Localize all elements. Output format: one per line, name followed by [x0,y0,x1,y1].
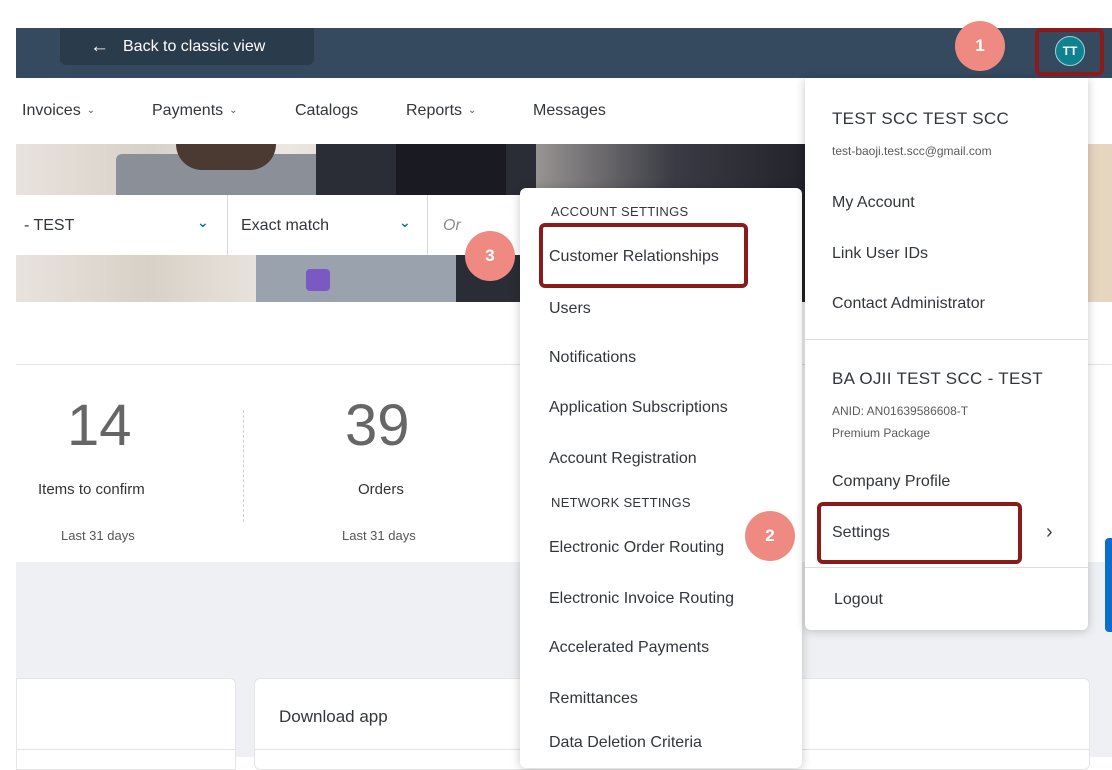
back-to-classic-label: Back to classic view [123,37,266,55]
nav-payments-label: Payments [152,102,224,119]
tile-period: Last 31 days [342,528,416,543]
back-to-classic-button[interactable]: ← Back to classic view [60,28,314,65]
menu-item-data-deletion-criteria[interactable]: Data Deletion Criteria [549,734,702,752]
user-full-name: TEST SCC TEST SCC [832,109,1010,128]
company-name: BA OJII TEST SCC - TEST [832,369,1043,388]
tile-label: Orders [358,481,404,498]
chevron-down-icon[interactable]: ⌄ [399,214,411,231]
menu-item-electronic-invoice-routing[interactable]: Electronic Invoice Routing [549,590,734,608]
menu-item-contact-administrator[interactable]: Contact Administrator [832,295,985,313]
chevron-down-icon: ⌄ [468,105,477,116]
chevron-down-icon[interactable]: ⌄ [197,214,209,231]
menu-item-logout[interactable]: Logout [834,591,883,609]
card [16,678,236,770]
company-anid: ANID: AN01639586608-T [832,404,969,418]
highlight-box-step-1 [1035,28,1104,76]
download-app-title: Download app [279,707,388,726]
match-type-select-value[interactable]: Exact match [241,217,329,235]
chevron-right-icon: › [1046,521,1053,543]
menu-divider [805,567,1088,568]
nav-invoices[interactable]: Invoices ⌄ [22,102,95,120]
menu-item-company-profile[interactable]: Company Profile [832,473,950,491]
divider [227,195,228,255]
order-search-input[interactable]: Or [443,217,461,235]
user-email: test-baoji.test.scc@gmail.com [832,144,992,158]
menu-item-my-account[interactable]: My Account [832,194,915,212]
chevron-down-icon: ⌄ [86,105,96,116]
company-package: Premium Package [832,426,931,440]
step-badge-3: 3 [465,231,515,281]
tile-period: Last 31 days [61,528,135,543]
nav-messages[interactable]: Messages [533,102,606,120]
tile-count[interactable]: 14 [67,392,132,459]
highlight-box-step-3 [539,223,748,288]
nav-messages-label: Messages [533,102,606,119]
menu-item-accelerated-payments[interactable]: Accelerated Payments [549,639,709,657]
nav-catalogs-label: Catalogs [295,102,359,119]
menu-item-account-registration[interactable]: Account Registration [549,450,697,468]
arrow-left-icon: ← [90,36,109,57]
menu-item-users[interactable]: Users [549,300,591,318]
nav-reports[interactable]: Reports ⌄ [406,102,476,120]
divider [427,195,428,255]
nav-invoices-label: Invoices [22,102,81,119]
tile-label: Items to confirm [38,481,145,498]
menu-item-link-user-ids[interactable]: Link User IDs [832,245,928,263]
account-select-value[interactable]: - TEST [24,217,74,235]
step-badge-2: 2 [745,511,795,561]
network-settings-heading: NETWORK SETTINGS [551,495,691,510]
nav-payments[interactable]: Payments ⌄ [152,102,238,120]
highlight-box-step-2 [817,502,1022,564]
tile-divider [243,410,244,522]
menu-item-remittances[interactable]: Remittances [549,690,638,708]
menu-item-notifications[interactable]: Notifications [549,349,636,367]
step-badge-1: 1 [955,21,1005,71]
chevron-down-icon: ⌄ [229,105,238,116]
tile-count[interactable]: 39 [345,392,410,459]
nav-catalogs[interactable]: Catalogs [295,102,358,120]
account-settings-heading: ACCOUNT SETTINGS [551,204,689,219]
side-tab[interactable] [1105,538,1112,632]
menu-divider [805,339,1088,340]
menu-item-electronic-order-routing[interactable]: Electronic Order Routing [549,539,724,557]
nav-reports-label: Reports [406,102,463,119]
menu-item-application-subscriptions[interactable]: Application Subscriptions [549,399,728,417]
